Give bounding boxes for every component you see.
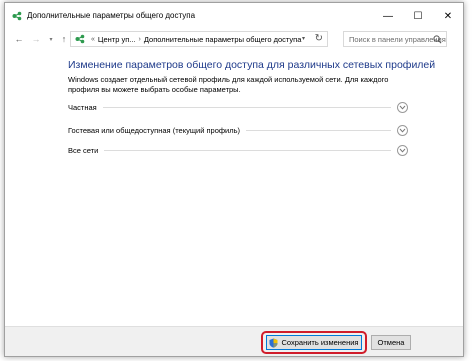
- section-label: Частная: [68, 102, 97, 112]
- breadcrumb-separator[interactable]: ›: [139, 36, 141, 43]
- sharing-settings-window: Дополнительные параметры общего доступа …: [4, 2, 464, 357]
- cancel-label: Отмена: [377, 338, 405, 347]
- cancel-button[interactable]: Отмена: [371, 335, 411, 350]
- expand-button[interactable]: [397, 144, 408, 156]
- maximize-button[interactable]: ☐: [403, 3, 433, 29]
- recent-locations-button[interactable]: ▾: [45, 32, 57, 46]
- footer-bar: Сохранить изменения Отмена: [5, 326, 463, 356]
- breadcrumb-item[interactable]: Дополнительные параметры общего доступа: [144, 35, 302, 44]
- save-changes-label: Сохранить изменения: [281, 338, 359, 347]
- shield-icon: [269, 338, 278, 348]
- chevron-down-icon: [399, 128, 406, 133]
- chevron-down-icon: [399, 148, 406, 153]
- section-label: Гостевая или общедоступная (текущий проф…: [68, 125, 241, 135]
- page-description: Windows создает отдельный сетевой профил…: [68, 75, 389, 94]
- back-button[interactable]: ←: [13, 32, 25, 46]
- section-label: Все сети: [68, 145, 99, 155]
- save-changes-button[interactable]: Сохранить изменения: [266, 335, 362, 350]
- close-button[interactable]: ✕: [433, 3, 463, 29]
- search-input[interactable]: Поиск в панели управления: [343, 31, 447, 47]
- network-sharing-icon: [75, 34, 85, 44]
- arrow-up-icon: ↑: [61, 34, 67, 44]
- chevron-down-icon: ▾: [49, 36, 53, 43]
- refresh-icon[interactable]: ↻: [315, 33, 323, 44]
- section-all-networks[interactable]: Все сети: [68, 144, 408, 156]
- search-placeholder: Поиск в панели управления: [349, 34, 446, 44]
- breadcrumb-item[interactable]: Центр уп...: [98, 35, 136, 44]
- arrow-right-icon: →: [31, 34, 41, 44]
- address-bar[interactable]: « Центр уп... › Дополнительные параметры…: [70, 31, 328, 47]
- maximize-icon: ☐: [413, 10, 423, 22]
- minimize-button[interactable]: —: [373, 3, 403, 29]
- network-sharing-icon: [12, 11, 22, 21]
- expand-button[interactable]: [397, 101, 408, 113]
- section-divider: [246, 129, 391, 131]
- window-title: Дополнительные параметры общего доступа: [27, 11, 196, 20]
- forward-button[interactable]: →: [30, 32, 42, 46]
- arrow-left-icon: ←: [14, 34, 24, 44]
- section-divider: [104, 149, 391, 151]
- search-icon: [433, 35, 442, 44]
- section-divider: [102, 106, 391, 108]
- chevron-down-icon: [399, 105, 406, 110]
- expand-button[interactable]: [397, 124, 408, 136]
- up-button[interactable]: ↑: [58, 32, 70, 46]
- title-bar: Дополнительные параметры общего доступа …: [5, 3, 463, 29]
- section-private[interactable]: Частная: [68, 101, 408, 113]
- navigation-bar: ← → ▾ ↑ « Центр уп... › Дополнительные п…: [5, 29, 463, 49]
- page-title: Изменение параметров общего доступа для …: [68, 59, 436, 71]
- address-dropdown-icon[interactable]: ▾: [302, 35, 305, 42]
- main-content: Изменение параметров общего доступа для …: [5, 50, 463, 326]
- close-icon: ✕: [443, 10, 453, 22]
- breadcrumb-overflow[interactable]: «: [91, 36, 95, 43]
- section-guest-public[interactable]: Гостевая или общедоступная (текущий проф…: [68, 124, 408, 136]
- minimize-icon: —: [383, 10, 393, 22]
